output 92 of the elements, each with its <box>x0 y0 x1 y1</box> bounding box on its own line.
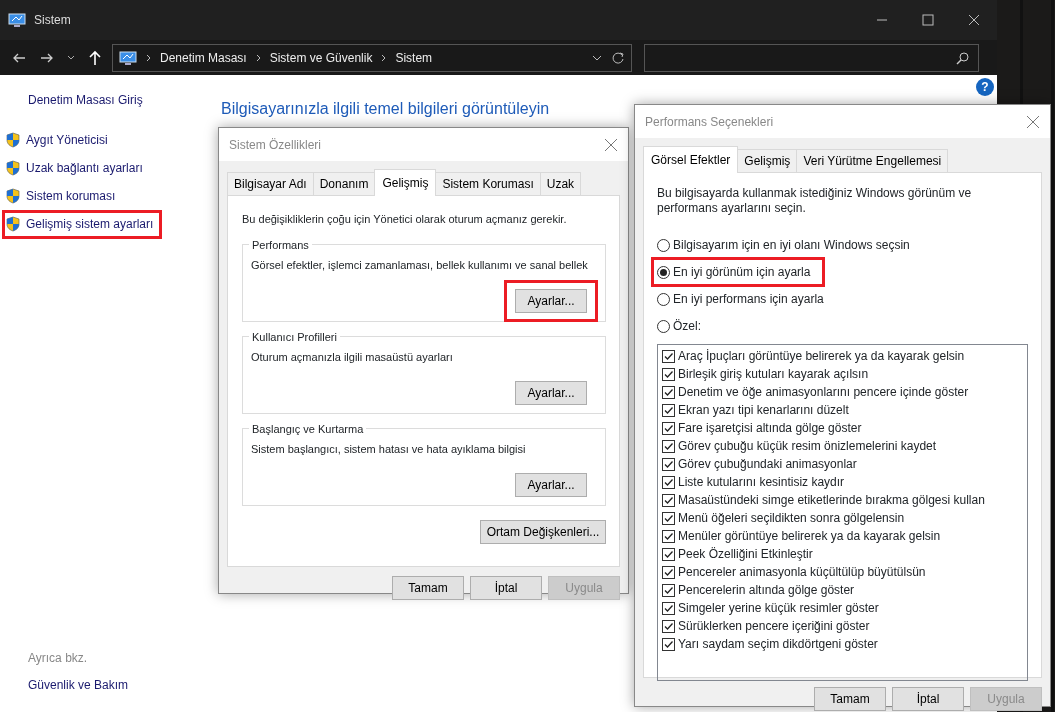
chevron-right-icon <box>145 52 152 63</box>
checkbox[interactable] <box>662 529 675 543</box>
sidebar-item[interactable]: Uzak bağlantı ayarları <box>6 159 143 177</box>
tab[interactable]: Görsel Efektler <box>643 146 739 173</box>
shield-icon <box>6 160 20 176</box>
checkbox-label: Menü öğeleri seçildikten sonra gölgelensin <box>678 510 905 527</box>
chevron-right-icon <box>380 52 388 63</box>
option-label: En iyi görünüm için ayarla <box>673 264 811 281</box>
checkbox[interactable] <box>662 367 675 381</box>
group-description: Oturum açmanızla ilgili masaüstü ayarları <box>251 349 454 365</box>
checkbox[interactable] <box>662 511 675 525</box>
tab[interactable]: Veri Yürütme Engellemesi <box>796 149 949 172</box>
radio-button[interactable] <box>657 292 670 306</box>
checkbox[interactable] <box>662 637 675 651</box>
close-icon[interactable] <box>604 137 618 152</box>
checkbox[interactable] <box>662 493 675 507</box>
checkbox[interactable] <box>662 619 675 633</box>
checkbox-label: Görev çubuğu küçük resim önizlemelerini kaydet <box>678 438 937 455</box>
tab[interactable]: Uzak <box>539 172 582 195</box>
checkbox[interactable] <box>662 403 675 417</box>
tab[interactable]: Gelişmiş <box>374 169 437 196</box>
dialog-button[interactable]: Tamam <box>814 687 886 711</box>
settings-button[interactable]: Ayarlar... <box>515 472 587 497</box>
breadcrumb-item[interactable]: Sistem ve Güvenlik <box>269 48 373 67</box>
intro-text: Bu bilgisayarda kullanmak istediğiniz Windows görünüm ve performans ayarlarını seçin. <box>657 186 973 216</box>
checkbox-label: Menüler görüntüye belirerek ya da kayarak gelsin <box>678 528 941 545</box>
shield-icon <box>6 188 20 204</box>
page-heading: Bilgisayarınızla ilgili temel bilgileri görüntüleyin <box>221 99 551 119</box>
sidebar-link[interactable]: Güvenlik ve Bakım <box>28 676 200 694</box>
checkbox-label: Fare işaretçisi altında gölge göster <box>678 420 862 437</box>
maximize-icon[interactable] <box>922 14 934 26</box>
computer-icon <box>119 49 137 66</box>
checkbox-label: Denetim ve öğe animasyonlarını pencere içinde göster <box>678 384 969 401</box>
checkbox-label: Simgeler yerine küçük resimler göster <box>678 600 879 617</box>
checkbox-label: Birleşik giriş kutuları kayarak açılsın <box>678 366 869 383</box>
checkbox[interactable] <box>662 457 675 471</box>
address-bar[interactable]: Denetim Masası Sistem ve Güvenlik Sistem <box>112 43 632 72</box>
checkbox-label: Pencereler animasyonla küçültülüp büyütülsün <box>678 564 926 581</box>
help-button[interactable]: ? <box>976 78 994 96</box>
tab[interactable]: Bilgisayar Adı <box>227 172 314 195</box>
radio-button[interactable] <box>657 265 670 279</box>
dialog-button[interactable]: İptal <box>470 576 542 600</box>
chevron-right-icon <box>254 52 262 63</box>
dialog-button[interactable]: İptal <box>892 687 964 711</box>
search-icon <box>956 50 970 65</box>
radio-button[interactable] <box>657 319 670 333</box>
checkbox[interactable] <box>662 547 675 561</box>
checkbox-label: Araç İpuçları görüntüye belirerek ya da kayarak gelsin <box>678 348 965 365</box>
checkbox-label: Masaüstündeki simge etiketlerinde bırakma gölgesi kullan <box>678 492 985 509</box>
checkbox[interactable] <box>662 583 675 597</box>
checkbox-label: Peek Özelliğini Etkinleştir <box>678 546 813 563</box>
note-text: Bu değişikliklerin çoğu için Yönetici olarak oturum açmanız gerekir. <box>242 212 568 227</box>
group-description: Sistem başlangıcı, sistem hatası ve hata ayıklama bilgisi <box>251 441 527 457</box>
sidebar-link[interactable]: Denetim Masası Giriş <box>28 91 200 109</box>
group-description: Görsel efektler, işlemci zamanlaması, bellek kullanımı ve sanal bellek <box>251 257 589 273</box>
checkbox-label: Ekran yazı tipi kenarlarını düzelt <box>678 402 849 419</box>
checkbox[interactable] <box>662 439 675 453</box>
option-label: Özel: <box>673 318 701 335</box>
dialog-button[interactable]: Tamam <box>392 576 464 600</box>
radio-option[interactable]: Özel: <box>657 317 701 335</box>
radio-button[interactable] <box>657 238 670 252</box>
close-icon[interactable] <box>1026 114 1040 129</box>
checkbox[interactable] <box>662 565 675 579</box>
see-also-heading: Ayrıca bkz. <box>28 650 89 667</box>
close-icon[interactable] <box>968 14 980 26</box>
sidebar-item[interactable]: Gelişmiş sistem ayarları <box>6 215 154 233</box>
computer-icon <box>8 12 26 28</box>
checkbox[interactable] <box>662 475 675 489</box>
checkbox-label: Pencerelerin altında gölge göster <box>678 582 855 599</box>
sidebar-item[interactable]: Sistem koruması <box>6 187 116 205</box>
search-field[interactable] <box>644 43 979 72</box>
checkbox[interactable] <box>662 385 675 399</box>
checkbox-label: Sürüklerken pencere içeriğini göster <box>678 618 870 635</box>
breadcrumb-item[interactable]: Sistem <box>395 48 433 67</box>
shield-icon <box>6 216 20 232</box>
checkbox-label: Yarı saydam seçim dikdörtgeni göster <box>678 636 878 653</box>
checkbox[interactable] <box>662 421 675 435</box>
sidebar-item[interactable]: Aygıt Yöneticisi <box>6 131 108 149</box>
shield-icon <box>6 132 20 148</box>
checkbox-label: Görev çubuğundaki animasyonlar <box>678 456 857 473</box>
window-title: Sistem <box>34 12 72 29</box>
dialog-title: Performans Seçenekleri <box>645 113 774 131</box>
settings-button[interactable]: Ayarlar... <box>515 380 587 405</box>
checkbox[interactable] <box>662 601 675 615</box>
dialog-title: Sistem Özellikleri <box>229 136 321 154</box>
checkbox-label: Liste kutularını kesintisiz kaydır <box>678 474 845 491</box>
checkbox[interactable] <box>662 349 675 363</box>
environment-variables-button[interactable]: Ortam Değişkenleri... <box>480 519 606 544</box>
settings-button[interactable]: Ayarlar... <box>515 288 587 313</box>
radio-option[interactable]: En iyi görünüm için ayarla <box>657 263 811 281</box>
breadcrumb-item[interactable]: Denetim Masası <box>160 48 247 67</box>
refresh-icon[interactable] <box>611 50 625 65</box>
